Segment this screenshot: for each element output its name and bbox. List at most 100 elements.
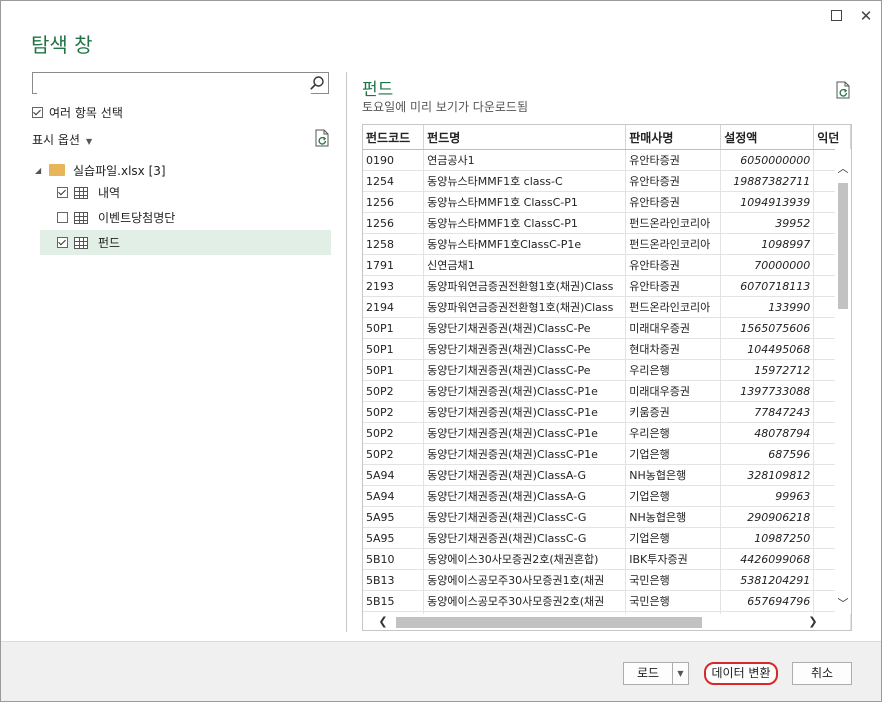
horizontal-scrollbar[interactable]: ❮ ❯ — [363, 614, 835, 630]
table-cell[interactable]: 99963 — [720, 485, 815, 507]
table-cell[interactable]: 1094913939 — [720, 191, 815, 213]
column-header[interactable]: 펀드코드 — [363, 125, 425, 150]
load-button[interactable]: 로드 — [623, 662, 673, 685]
column-header[interactable]: 펀드명 — [423, 125, 627, 150]
table-cell[interactable]: NH농협은행 — [625, 506, 722, 528]
table-cell[interactable]: 133990 — [720, 296, 815, 318]
table-cell[interactable]: 미래대우증권 — [625, 317, 722, 339]
table-cell[interactable]: 펀드온라인코리아 — [625, 296, 722, 318]
table-cell[interactable]: 19887382711 — [720, 170, 815, 192]
table-cell[interactable]: 0190 — [363, 149, 425, 171]
table-cell[interactable]: 50P2 — [363, 380, 425, 402]
table-cell[interactable]: 50P1 — [363, 317, 425, 339]
column-header[interactable]: 판매사명 — [625, 125, 722, 150]
table-cell[interactable]: 5A95 — [363, 506, 425, 528]
table-cell[interactable]: 687596 — [720, 443, 815, 465]
tree-root-file[interactable]: ◢ 실습파일.xlsx [3] — [35, 160, 331, 180]
tree-item-naeyeok[interactable]: 내역 — [35, 180, 331, 205]
scroll-down-icon[interactable]: ﹀ — [837, 598, 849, 610]
table-cell[interactable]: 2193 — [363, 275, 425, 297]
table-cell[interactable]: 1397733088 — [720, 380, 815, 402]
table-cell[interactable]: 동양에이스공모주30사모증권2호(채권 — [423, 590, 627, 612]
scroll-up-icon[interactable]: ︿ — [837, 163, 849, 175]
table-cell[interactable]: 동양단기채권증권(채권)ClassC-Pe — [423, 317, 627, 339]
table-cell[interactable]: 328109812 — [720, 464, 815, 486]
table-cell[interactable]: 동양뉴스타MMF1호 ClassC-P1 — [423, 191, 627, 213]
table-cell[interactable]: 5A94 — [363, 464, 425, 486]
table-cell[interactable]: 우리은행 — [625, 359, 722, 381]
table-cell[interactable]: 5381204291 — [720, 569, 815, 591]
tree-item-checkbox[interactable] — [57, 237, 68, 248]
table-cell[interactable]: 50P2 — [363, 401, 425, 423]
table-cell[interactable]: 동양에이스30사모증권2호(채권혼합) — [423, 548, 627, 570]
table-cell[interactable]: 290906218 — [720, 506, 815, 528]
multi-select-option[interactable]: 여러 항목 선택 — [32, 104, 123, 121]
table-cell[interactable]: 50P2 — [363, 443, 425, 465]
table-cell[interactable]: 동양파워연금증권전환형1호(채권)Class — [423, 275, 627, 297]
table-cell[interactable]: 1258 — [363, 233, 425, 255]
table-cell[interactable]: 신연금채1 — [423, 254, 627, 276]
table-cell[interactable]: 48078794 — [720, 422, 815, 444]
table-cell[interactable]: 국민은행 — [625, 569, 722, 591]
table-cell[interactable]: 1791 — [363, 254, 425, 276]
table-cell[interactable]: 키움증권 — [625, 401, 722, 423]
table-cell[interactable]: 1256 — [363, 191, 425, 213]
scroll-right-icon[interactable]: ❯ — [807, 616, 819, 628]
table-cell[interactable]: 동양뉴스타MMF1호 class-C — [423, 170, 627, 192]
table-cell[interactable]: 2194 — [363, 296, 425, 318]
table-cell[interactable]: 104495068 — [720, 338, 815, 360]
table-cell[interactable]: 미래대우증권 — [625, 380, 722, 402]
cancel-button[interactable]: 취소 — [792, 662, 852, 685]
table-cell[interactable]: 77847243 — [720, 401, 815, 423]
chevron-down-icon[interactable]: ▼ — [672, 662, 689, 685]
tree-item-event-winners[interactable]: 이벤트당첨명단 — [35, 205, 331, 230]
column-header[interactable]: 익던 — [813, 125, 851, 150]
table-cell[interactable]: 동양뉴스타MMF1호ClassC-P1e — [423, 233, 627, 255]
table-cell[interactable]: 50P1 — [363, 338, 425, 360]
table-cell[interactable]: 유안타증권 — [625, 275, 722, 297]
vertical-scrollbar[interactable]: ︿ ﹀ — [835, 149, 851, 614]
table-cell[interactable]: 국민은행 — [625, 590, 722, 612]
table-cell[interactable]: 1254 — [363, 170, 425, 192]
table-cell[interactable]: 유안타증권 — [625, 170, 722, 192]
tree-item-checkbox[interactable] — [57, 212, 68, 223]
search-input[interactable] — [37, 74, 311, 94]
table-cell[interactable]: 동양에이스공모주30사모증권1호(채권 — [423, 569, 627, 591]
table-cell[interactable]: 동양뉴스타MMF1호 ClassC-P1 — [423, 212, 627, 234]
table-cell[interactable]: 유안타증권 — [625, 254, 722, 276]
table-cell[interactable]: 70000000 — [720, 254, 815, 276]
table-cell[interactable]: 동양단기채권증권(채권)ClassC-P1e — [423, 443, 627, 465]
transform-data-button[interactable]: 데이터 변환 — [704, 662, 778, 685]
table-cell[interactable]: 펀드온라인코리아 — [625, 233, 722, 255]
table-cell[interactable]: 유안타증권 — [625, 191, 722, 213]
table-cell[interactable]: 657694796 — [720, 590, 815, 612]
display-options-dropdown[interactable]: 표시 옵션 ▼ — [32, 131, 92, 148]
table-cell[interactable]: 동양파워연금증권전환형1호(채권)Class — [423, 296, 627, 318]
table-cell[interactable]: 15972712 — [720, 359, 815, 381]
table-cell[interactable]: 6050000000 — [720, 149, 815, 171]
table-cell[interactable]: NH농협은행 — [625, 464, 722, 486]
table-cell[interactable]: 10987250 — [720, 527, 815, 549]
table-cell[interactable]: 동양단기채권증권(채권)ClassA-G — [423, 485, 627, 507]
vertical-scroll-thumb[interactable] — [838, 183, 848, 309]
refresh-icon[interactable] — [314, 129, 330, 147]
table-cell[interactable]: 기업은행 — [625, 485, 722, 507]
table-cell[interactable]: 5A94 — [363, 485, 425, 507]
refresh-icon[interactable] — [835, 81, 851, 99]
table-cell[interactable]: 현대차증권 — [625, 338, 722, 360]
close-icon[interactable]: ✕ — [857, 7, 875, 25]
table-cell[interactable]: 1565075606 — [720, 317, 815, 339]
table-cell[interactable]: 39952 — [720, 212, 815, 234]
tree-item-checkbox[interactable] — [57, 187, 68, 198]
table-cell[interactable]: 동양단기채권증권(채권)ClassC-P1e — [423, 401, 627, 423]
table-cell[interactable]: 동양단기채권증권(채권)ClassC-P1e — [423, 380, 627, 402]
table-cell[interactable]: 우리은행 — [625, 422, 722, 444]
search-field[interactable] — [32, 72, 329, 94]
table-cell[interactable]: 4426099068 — [720, 548, 815, 570]
table-cell[interactable]: 동양단기채권증권(채권)ClassC-G — [423, 527, 627, 549]
table-cell[interactable]: 50P2 — [363, 422, 425, 444]
table-cell[interactable]: 1098997 — [720, 233, 815, 255]
table-cell[interactable]: 연금공사1 — [423, 149, 627, 171]
multi-select-checkbox[interactable] — [32, 107, 43, 118]
panel-divider[interactable] — [346, 72, 347, 632]
